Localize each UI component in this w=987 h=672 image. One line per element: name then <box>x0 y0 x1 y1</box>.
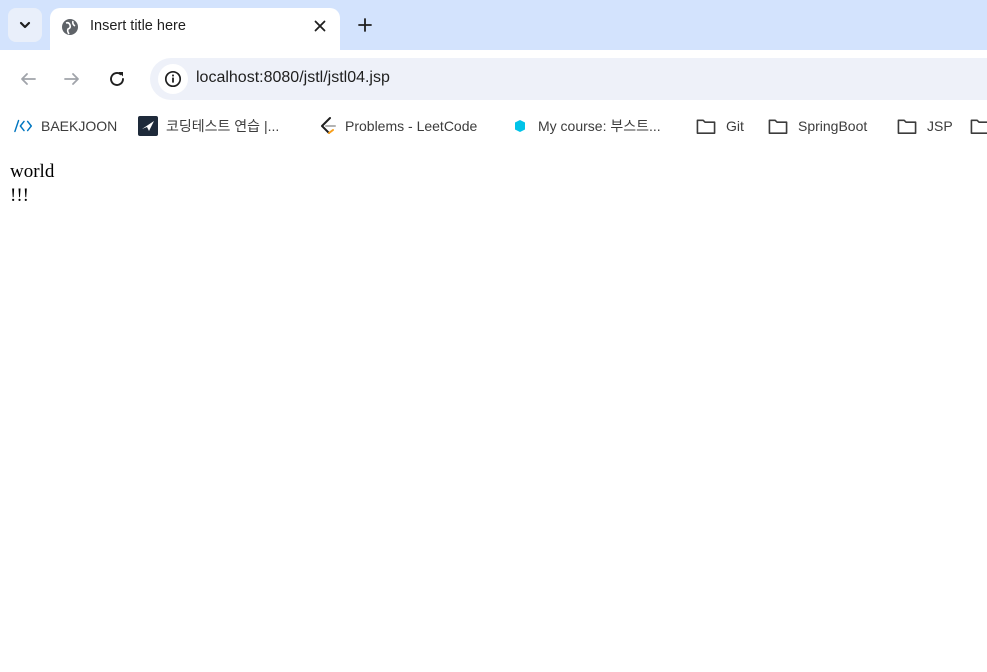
bookmark-label: 코딩테스트 연습 |... <box>166 118 280 134</box>
bookmark-programmers[interactable]: 코딩테스트 연습 |... <box>138 115 279 137</box>
info-icon <box>164 70 182 88</box>
arrow-left-icon <box>21 73 36 85</box>
bookmark-folder-jsp[interactable]: JSP <box>897 115 953 137</box>
forward-button[interactable] <box>60 67 84 91</box>
leetcode-icon <box>318 116 338 136</box>
bookmark-folder-overflow[interactable] <box>970 115 987 137</box>
active-tab[interactable]: Insert title here <box>50 8 340 50</box>
reload-button[interactable] <box>105 67 129 91</box>
chevron-down-icon <box>19 21 31 29</box>
tab-title: Insert title here <box>90 18 186 34</box>
folder-icon <box>970 116 987 136</box>
site-info-button[interactable] <box>158 64 188 94</box>
address-bar[interactable]: localhost:8080/jstl/jstl04.jsp <box>150 58 987 100</box>
folder-icon <box>696 116 716 136</box>
bookmark-label: My course: 부스트... <box>538 118 661 134</box>
boostcourse-icon <box>510 116 530 136</box>
bookmark-baekjoon[interactable]: BAEKJOON <box>14 115 117 137</box>
folder-icon <box>897 116 917 136</box>
plus-icon <box>358 18 372 32</box>
tab-strip: Insert title here <box>0 0 987 50</box>
close-icon <box>314 20 326 32</box>
bookmark-folder-git[interactable]: Git <box>696 115 744 137</box>
bookmark-label: BAEKJOON <box>41 118 118 134</box>
tab-search-button[interactable] <box>8 8 42 42</box>
bookmark-label: Problems - LeetCode <box>345 118 478 134</box>
output-line-world: world <box>10 161 55 182</box>
reload-icon <box>110 72 124 86</box>
bookmark-boostcourse[interactable]: My course: 부스트... <box>510 115 661 137</box>
folder-icon <box>768 116 788 136</box>
bookmarks-bar: BAEKJOON 코딩테스트 연습 |... Problems - LeetCo… <box>0 108 987 144</box>
bookmark-label: SpringBoot <box>798 118 868 134</box>
page-content: world !!! <box>10 160 54 208</box>
bookmark-label: Git <box>726 118 744 134</box>
bookmark-folder-springboot[interactable]: SpringBoot <box>768 115 867 137</box>
bookmark-label: JSP <box>927 118 953 134</box>
close-tab-button[interactable] <box>310 16 330 36</box>
arrow-right-icon <box>64 73 79 85</box>
programmers-icon <box>138 116 158 136</box>
code-icon <box>14 116 34 136</box>
url-text[interactable]: localhost:8080/jstl/jstl04.jsp <box>196 69 390 87</box>
back-button[interactable] <box>16 67 40 91</box>
globe-icon <box>62 19 78 35</box>
toolbar: localhost:8080/jstl/jstl04.jsp <box>0 50 987 108</box>
bookmark-leetcode[interactable]: Problems - LeetCode <box>318 115 477 137</box>
new-tab-button[interactable] <box>353 13 377 37</box>
output-line-exclaim: !!! <box>10 185 29 206</box>
